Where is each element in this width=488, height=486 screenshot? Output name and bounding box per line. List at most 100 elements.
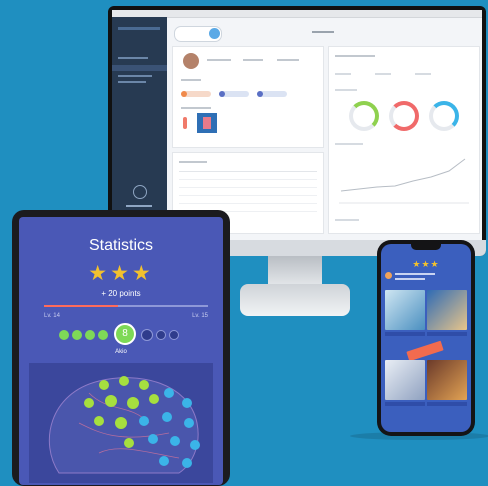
- node-blue[interactable]: [184, 418, 194, 428]
- profile-card: [172, 46, 324, 148]
- page-heading: [312, 31, 334, 33]
- progress-ring-blue: [429, 101, 459, 131]
- current-badge[interactable]: 8: [114, 323, 136, 345]
- dashboard-screen: [112, 10, 482, 240]
- node-green[interactable]: [119, 376, 129, 386]
- tile-caption: [427, 402, 467, 406]
- dashboard-sidebar: [112, 17, 167, 240]
- badge-dot[interactable]: [72, 330, 82, 340]
- metric-label: [415, 73, 431, 75]
- card-footer: [335, 219, 359, 221]
- table-title: [179, 161, 207, 163]
- locked-badge[interactable]: [156, 330, 166, 340]
- statistics-title: Statistics: [88, 237, 153, 254]
- table-row: [179, 179, 317, 180]
- browser-toolbar: [112, 10, 482, 18]
- node-green[interactable]: [124, 438, 134, 448]
- node-blue[interactable]: [182, 398, 192, 408]
- node-blue[interactable]: [190, 440, 200, 450]
- sidebar-item-active[interactable]: [112, 65, 167, 71]
- table-header-divider: [179, 171, 317, 172]
- node-blue[interactable]: [182, 458, 192, 468]
- sidebar-item[interactable]: [118, 57, 148, 59]
- phone-header-text: [395, 273, 435, 275]
- monitor-stand-neck: [268, 256, 322, 286]
- winter-tile[interactable]: [385, 360, 425, 400]
- table-row: [179, 195, 317, 196]
- node-green[interactable]: [99, 380, 109, 390]
- map-tile[interactable]: [385, 290, 425, 330]
- section-label: [181, 107, 211, 109]
- phone-avatar: [385, 272, 392, 279]
- sidebar-footer: [126, 205, 152, 207]
- section-label: [181, 79, 201, 81]
- table-row: [179, 187, 317, 188]
- statistics-card: [328, 46, 480, 234]
- tag-icon: [257, 91, 263, 97]
- progress-ring-green: [349, 101, 379, 131]
- thumbnail-figure: [203, 117, 211, 129]
- node-blue[interactable]: [170, 436, 180, 446]
- locked-badge[interactable]: [141, 329, 153, 341]
- section-label: [335, 89, 357, 91]
- node-blue[interactable]: [148, 434, 158, 444]
- card-title: [335, 55, 375, 57]
- avatar: [183, 53, 199, 69]
- node-green[interactable]: [94, 416, 104, 426]
- node-green[interactable]: [139, 380, 149, 390]
- tag-chip[interactable]: [181, 91, 211, 97]
- node-green[interactable]: [115, 417, 127, 429]
- tile-caption: [385, 402, 425, 406]
- sidebar-item[interactable]: [118, 75, 152, 77]
- table-row: [179, 203, 317, 204]
- profile-toggle-icon: [209, 28, 220, 39]
- line-chart: [339, 158, 469, 204]
- tag-icon: [181, 91, 187, 97]
- phone-star-rating: ★★★: [412, 259, 440, 269]
- chart-line: [340, 158, 466, 192]
- tag-icon: [219, 91, 225, 97]
- tablet-screen: Statistics ★★★ + 20 points Lv. 14 Lv. 15…: [19, 217, 223, 485]
- interior-tile[interactable]: [427, 360, 467, 400]
- tag-chip[interactable]: [257, 91, 287, 97]
- brain-illustration: [48, 376, 200, 474]
- badge-label: Akio: [115, 349, 127, 355]
- profile-field: [277, 59, 299, 61]
- node-blue[interactable]: [162, 412, 172, 422]
- node-blue[interactable]: [164, 388, 174, 398]
- tablet-device: Statistics ★★★ + 20 points Lv. 14 Lv. 15…: [12, 210, 230, 486]
- sidebar-logo: [118, 27, 160, 30]
- featured-ribbon: [406, 340, 444, 362]
- user-avatar-icon[interactable]: [133, 185, 147, 199]
- node-blue[interactable]: [159, 456, 169, 466]
- sidebar-item[interactable]: [118, 81, 146, 83]
- node-green[interactable]: [127, 397, 139, 409]
- node-green[interactable]: [84, 398, 94, 408]
- photo-tile[interactable]: [427, 290, 467, 330]
- profile-field: [243, 59, 263, 61]
- badge-dot[interactable]: [98, 330, 108, 340]
- level-progress-fill: [44, 305, 118, 307]
- phone-device: ★★★: [377, 240, 475, 436]
- tag-chip[interactable]: [219, 91, 249, 97]
- level-progress-bar: [44, 305, 208, 307]
- profile-switch[interactable]: [174, 26, 222, 42]
- node-blue[interactable]: [139, 416, 149, 426]
- activity-indicator: [183, 117, 187, 129]
- progress-ring-red: [389, 101, 419, 131]
- profile-name: [207, 59, 231, 61]
- phone-screen: ★★★: [381, 244, 471, 432]
- node-green[interactable]: [149, 394, 159, 404]
- node-green[interactable]: [105, 395, 117, 407]
- metric-label: [335, 73, 351, 75]
- phone-notch: [411, 244, 441, 250]
- activity-thumbnail[interactable]: [197, 113, 217, 133]
- level-next: Lv. 15: [192, 313, 208, 319]
- star-rating: ★★★: [88, 262, 154, 285]
- section-label: [335, 143, 363, 145]
- badge-dot[interactable]: [59, 330, 69, 340]
- badge-row: 8: [59, 323, 189, 347]
- locked-badge[interactable]: [169, 330, 179, 340]
- badge-dot[interactable]: [85, 330, 95, 340]
- monitor-stand-base: [240, 284, 350, 316]
